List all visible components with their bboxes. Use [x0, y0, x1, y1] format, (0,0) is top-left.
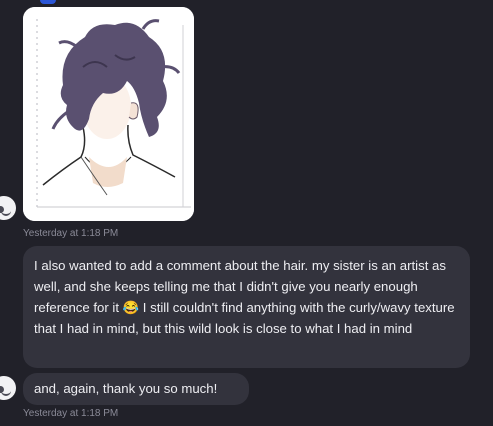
user-avatar[interactable]	[0, 376, 16, 400]
message-timestamp: Yesterday at 1:18 PM	[23, 408, 119, 419]
previous-message-stub	[40, 0, 56, 4]
message-text: I also wanted to add a comment about the…	[34, 258, 455, 336]
user-avatar[interactable]	[0, 196, 16, 220]
image-attachment[interactable]	[23, 7, 194, 221]
message-bubble: and, again, thank you so much!	[23, 373, 249, 405]
message-bubble: I also wanted to add a comment about the…	[23, 246, 470, 368]
message-timestamp: Yesterday at 1:18 PM	[23, 228, 119, 239]
sketch-image	[23, 7, 194, 221]
message-text: and, again, thank you so much!	[34, 381, 218, 396]
chat-thread: Yesterday at 1:18 PM I also wanted to ad…	[0, 0, 493, 426]
